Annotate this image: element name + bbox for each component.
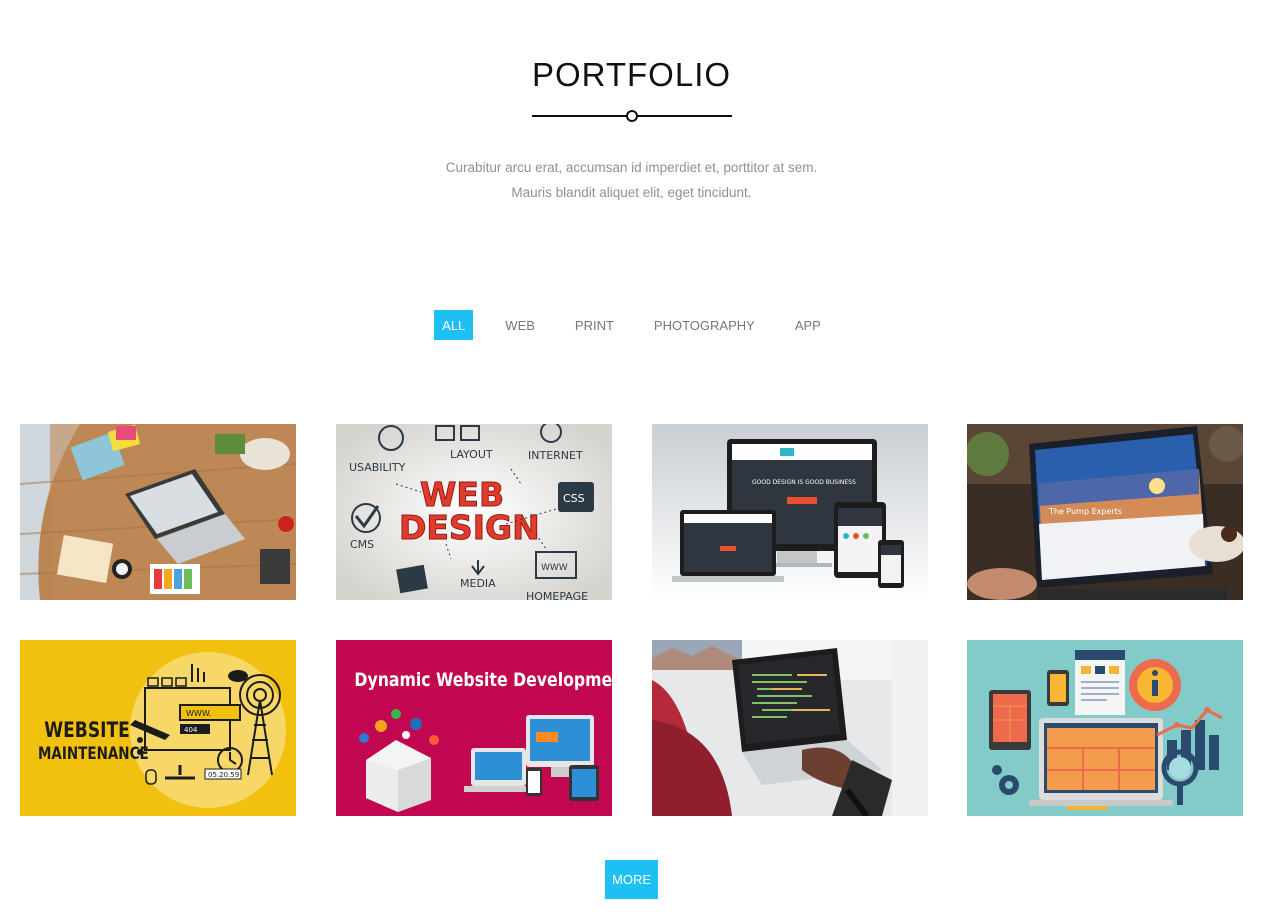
more-button[interactable]: MORE (605, 860, 658, 899)
web-design-concept-image: USABILITY LAYOUT INTERNET WEB DESIGN CSS… (336, 424, 612, 600)
svg-text:Dynamic Website Development: Dynamic Website Development (354, 669, 612, 691)
section-title: PORTFOLIO (531, 56, 732, 93)
svg-text:MAINTENANCE: MAINTENANCE (38, 743, 149, 763)
svg-text:LAYOUT: LAYOUT (450, 448, 493, 461)
svg-text:MEDIA: MEDIA (460, 577, 496, 590)
filter-web[interactable]: WEB (497, 310, 543, 340)
svg-text:CSS: CSS (563, 492, 585, 505)
svg-text:CMS: CMS (350, 538, 374, 551)
svg-text:WWW.: WWW. (186, 709, 211, 718)
svg-text:USABILITY: USABILITY (349, 461, 406, 474)
svg-text:INTERNET: INTERNET (528, 449, 583, 462)
portfolio-item-laptop-site[interactable]: The Pump Experts (967, 424, 1243, 600)
svg-text:The Pump Experts: The Pump Experts (1048, 507, 1122, 516)
portfolio-item-web-design[interactable]: USABILITY LAYOUT INTERNET WEB DESIGN CSS… (336, 424, 612, 600)
responsive-devices-mockup: GOOD DESIGN IS GOOD BUSINESS (652, 424, 928, 600)
svg-text:DESIGN: DESIGN (399, 508, 540, 547)
website-maintenance-illustration: WEBSITE MAINTENANCE WWW. 404 05.20.59 (20, 640, 296, 816)
svg-text:404: 404 (184, 726, 198, 734)
portfolio-item-dynamic-dev[interactable]: Dynamic Website Development (336, 640, 612, 816)
portfolio-item-responsive[interactable]: GOOD DESIGN IS GOOD BUSINESS (652, 424, 928, 600)
portfolio-item-analytics[interactable] (967, 640, 1243, 816)
portfolio-filter-tabs: ALL WEB PRINT PHOTOGRAPHY APP (0, 310, 1263, 340)
svg-text:HOMEPAGE: HOMEPAGE (526, 590, 588, 600)
svg-text:05.20.59: 05.20.59 (208, 771, 239, 779)
laptop-website-photo: The Pump Experts (967, 424, 1243, 600)
app-analytics-illustration (967, 640, 1243, 816)
filter-app[interactable]: APP (787, 310, 829, 340)
dynamic-website-development-banner: Dynamic Website Development (336, 640, 612, 816)
svg-text:WWW: WWW (541, 563, 568, 573)
svg-text:GOOD DESIGN IS GOOD BUSINESS: GOOD DESIGN IS GOOD BUSINESS (752, 479, 856, 486)
title-divider (532, 110, 732, 122)
portfolio-item-maintenance[interactable]: WEBSITE MAINTENANCE WWW. 404 05.20.59 (20, 640, 296, 816)
section-subtitle: Curabitur arcu erat, accumsan id imperdi… (445, 160, 818, 200)
filter-photography[interactable]: PHOTOGRAPHY (646, 310, 763, 340)
svg-text:WEBSITE: WEBSITE (44, 717, 130, 742)
coding-laptop-photo (652, 640, 928, 816)
workspace-laptop-desk-photo (20, 424, 296, 600)
portfolio-item-coding[interactable] (652, 640, 928, 816)
filter-all[interactable]: ALL (434, 310, 474, 340)
portfolio-item-workspace[interactable] (20, 424, 296, 600)
filter-print[interactable]: PRINT (567, 310, 622, 340)
divider-dot (626, 110, 638, 122)
